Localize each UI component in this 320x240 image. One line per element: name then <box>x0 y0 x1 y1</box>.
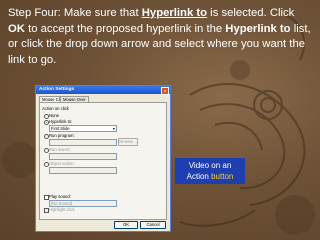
callout-highlight: button <box>211 172 234 181</box>
sound-value: [No Sound] <box>51 201 72 206</box>
sound-dropdown[interactable]: [No Sound] <box>49 200 117 207</box>
hyperlink-to-dropdown[interactable]: First Slide ▾ <box>49 125 117 132</box>
dialog-titlebar[interactable]: Action Settings × <box>36 86 170 95</box>
run-macro-label: Run macro: <box>49 147 71 152</box>
callout-line1: Video on an <box>188 161 232 170</box>
action-on-click-label: Action on click <box>42 106 69 111</box>
mouse-click-panel: Action on click None Hyperlink to: First… <box>39 102 167 220</box>
browse-button[interactable]: Browse... <box>118 138 138 146</box>
hyperlink-to-value: First Slide <box>51 126 70 131</box>
ok-button[interactable]: OK <box>114 221 138 229</box>
hyperlink-to-term: Hyperlink to <box>141 7 208 19</box>
action-settings-dialog: Action Settings × Mouse Click Mouse Over… <box>35 85 171 232</box>
hyperlink-to-term-2: Hyperlink to <box>225 22 291 35</box>
instruction-text: Step Four: Make sure that Hyperlink to i… <box>8 7 311 66</box>
cancel-button[interactable]: Cancel <box>140 221 166 229</box>
video-callout: Video on an Action button <box>175 158 245 184</box>
dialog-title: Action Settings <box>39 87 75 92</box>
play-sound-label: Play sound: <box>49 194 71 199</box>
close-button[interactable]: × <box>161 87 169 95</box>
hyperlink-to-label: Hyperlink to: <box>49 119 73 124</box>
highlight-click-label: Highlight click <box>49 207 75 212</box>
run-program-field[interactable] <box>49 139 117 146</box>
chevron-down-icon[interactable]: ▾ <box>113 126 115 131</box>
object-action-field[interactable] <box>49 167 117 174</box>
none-label: None <box>49 113 60 118</box>
ok-term: OK <box>8 22 25 35</box>
callout-line2: Action button <box>186 172 234 181</box>
object-action-label: Object action: <box>49 161 75 166</box>
run-macro-field[interactable] <box>49 153 117 160</box>
run-program-label: Run program: <box>49 133 75 138</box>
